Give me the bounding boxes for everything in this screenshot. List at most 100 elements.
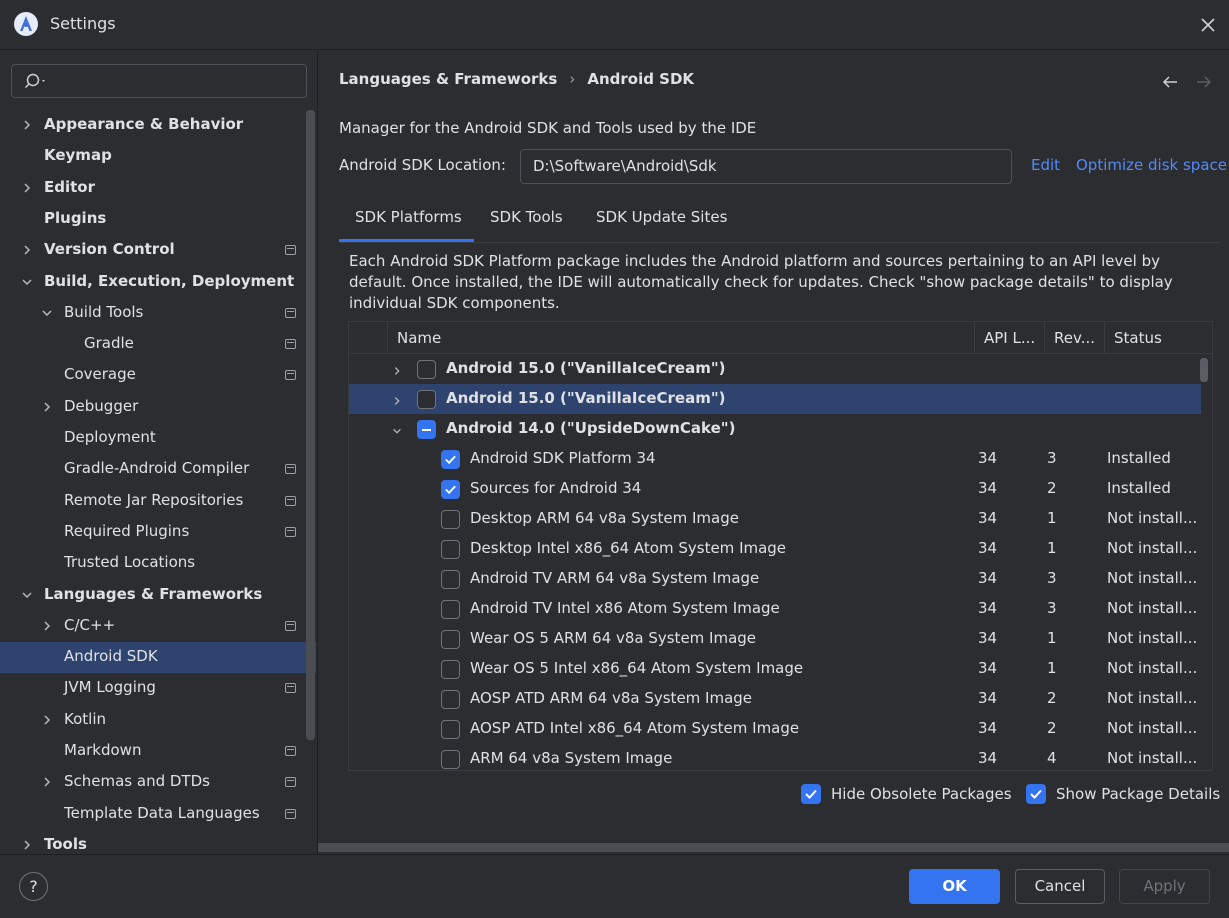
sidebar-item-kotlin[interactable]: Kotlin [0, 705, 316, 736]
package-status: Not install... [1107, 599, 1198, 617]
table-row[interactable]: AOSP ATD ARM 64 v8a System Image 34 2 Not i… [349, 684, 1201, 714]
apply-button[interactable]: Apply [1119, 869, 1210, 904]
package-checkbox[interactable] [417, 390, 436, 409]
sidebar-item-label: Trusted Locations [64, 553, 196, 571]
tab-sdk-tools[interactable]: SDK Tools [490, 208, 563, 226]
table-row[interactable]: Android TV ARM 64 v8a System Image 34 3 Not… [349, 564, 1201, 594]
package-checkbox[interactable] [441, 540, 460, 559]
sidebar-item-label: Kotlin [64, 710, 106, 728]
package-checkbox[interactable] [441, 660, 460, 679]
package-checkbox[interactable] [441, 690, 460, 709]
help-button[interactable]: ? [19, 872, 48, 901]
tab-sdk-update-sites[interactable]: SDK Update Sites [596, 208, 727, 226]
package-status: Not install... [1107, 629, 1198, 647]
back-arrow-icon[interactable] [1161, 73, 1179, 91]
sidebar-item-deployment[interactable]: Deployment [0, 423, 316, 454]
sidebar-item-template-data-languages[interactable]: Template Data Languages [0, 799, 316, 830]
table-row[interactable]: Android SDK Platform 34 34 3 Installed [349, 444, 1201, 474]
sidebar-item-keymap[interactable]: Keymap [0, 141, 316, 172]
horizontal-scrollbar[interactable] [318, 843, 1229, 852]
hide-obsolete-label[interactable]: Hide Obsolete Packages [831, 785, 1012, 803]
package-checkbox[interactable] [441, 750, 460, 769]
column-divider [1104, 322, 1105, 354]
package-checkbox[interactable] [441, 450, 460, 469]
sidebar-item-jvm-logging[interactable]: JVM Logging [0, 673, 316, 704]
breadcrumb-parent[interactable]: Languages & Frameworks [339, 70, 557, 88]
table-row[interactable]: Android TV Intel x86 Atom System Image 34… [349, 594, 1201, 624]
sidebar-item-coverage[interactable]: Coverage [0, 360, 316, 391]
chevron-right-icon[interactable] [391, 363, 403, 375]
column-header-status[interactable]: Status [1114, 329, 1162, 347]
search-input[interactable] [11, 64, 307, 98]
ok-button[interactable]: OK [909, 869, 1000, 904]
table-row[interactable]: Desktop ARM 64 v8a System Image 34 1 Not in… [349, 504, 1201, 534]
sidebar-item-c-c[interactable]: C/C++ [0, 611, 316, 642]
sidebar-item-editor[interactable]: Editor [0, 173, 316, 204]
table-row[interactable]: Wear OS 5 Intel x86_64 Atom System Image… [349, 654, 1201, 684]
show-package-details-checkbox[interactable] [1026, 784, 1046, 804]
chevron-right-icon[interactable] [40, 775, 54, 789]
table-row[interactable]: Desktop Intel x86_64 Atom System Image 34… [349, 534, 1201, 564]
sidebar-item-debugger[interactable]: Debugger [0, 392, 316, 423]
sidebar-item-android-sdk[interactable]: Android SDK [0, 642, 316, 673]
sidebar-scrollbar[interactable] [306, 110, 315, 740]
package-checkbox[interactable] [441, 720, 460, 739]
column-header-name[interactable]: Name [397, 329, 441, 347]
close-icon[interactable] [1196, 13, 1220, 37]
chevron-right-icon[interactable] [20, 181, 34, 195]
package-name: Wear OS 5 ARM 64 v8a System Image [470, 629, 757, 647]
cancel-button[interactable]: Cancel [1015, 869, 1105, 904]
table-group-row[interactable]: Android 14.0 ("UpsideDownCake") [349, 414, 1201, 444]
sidebar-item-plugins[interactable]: Plugins [0, 204, 316, 235]
package-checkbox[interactable] [441, 480, 460, 499]
table-scrollbar[interactable] [1200, 358, 1208, 382]
chevron-right-icon[interactable] [20, 838, 34, 852]
table-row[interactable]: Sources for Android 34 34 2 Installed [349, 474, 1201, 504]
package-status: Not install... [1107, 689, 1198, 707]
sidebar-item-remote-jar-repositories[interactable]: Remote Jar Repositories [0, 486, 316, 517]
sidebar-item-required-plugins[interactable]: Required Plugins [0, 517, 316, 548]
column-header-api-level[interactable]: API L... [984, 329, 1035, 347]
sidebar-item-gradle[interactable]: Gradle [0, 329, 316, 360]
package-checkbox[interactable] [417, 420, 436, 439]
sidebar-item-version-control[interactable]: Version Control [0, 235, 316, 266]
optimize-disk-space-link[interactable]: Optimize disk space [1076, 156, 1227, 174]
chevron-down-icon[interactable] [391, 423, 403, 435]
chevron-down-icon[interactable] [40, 306, 54, 320]
sidebar-item-build-tools[interactable]: Build Tools [0, 298, 316, 329]
package-checkbox[interactable] [441, 630, 460, 649]
sidebar-item-markdown[interactable]: Markdown [0, 736, 316, 767]
sdk-location-field[interactable]: D:\Software\Android\Sdk [520, 149, 1012, 184]
chevron-right-icon[interactable] [40, 400, 54, 414]
show-package-details-label[interactable]: Show Package Details [1056, 785, 1220, 803]
table-group-row[interactable]: Android 15.0 ("VanillaIceCream") [349, 384, 1201, 414]
chevron-down-icon[interactable] [20, 588, 34, 602]
sidebar-item-schemas-and-dtds[interactable]: Schemas and DTDs [0, 767, 316, 798]
package-checkbox[interactable] [441, 600, 460, 619]
chevron-right-icon[interactable] [391, 393, 403, 405]
forward-arrow-icon[interactable] [1195, 73, 1213, 91]
sidebar-item-build-execution-deployment[interactable]: Build, Execution, Deployment [0, 267, 316, 298]
hide-obsolete-checkbox[interactable] [801, 784, 821, 804]
package-checkbox[interactable] [441, 510, 460, 529]
package-revision: 2 [1047, 689, 1057, 707]
sidebar-item-appearance-behavior[interactable]: Appearance & Behavior [0, 110, 316, 141]
package-checkbox[interactable] [417, 360, 436, 379]
package-api-level: 34 [978, 689, 998, 707]
sidebar-item-gradle-android-compiler[interactable]: Gradle-Android Compiler [0, 454, 316, 485]
chevron-right-icon[interactable] [40, 713, 54, 727]
table-row[interactable]: AOSP ATD Intel x86_64 Atom System Image 3… [349, 714, 1201, 744]
chevron-right-icon[interactable] [40, 619, 54, 633]
chevron-down-icon[interactable] [20, 275, 34, 289]
chevron-right-icon[interactable] [20, 243, 34, 257]
sidebar-item-languages-frameworks[interactable]: Languages & Frameworks [0, 580, 316, 611]
package-checkbox[interactable] [441, 570, 460, 589]
column-header-revision[interactable]: Rev... [1054, 329, 1095, 347]
tab-sdk-platforms[interactable]: SDK Platforms [355, 208, 462, 226]
sidebar-item-trusted-locations[interactable]: Trusted Locations [0, 548, 316, 579]
table-group-row[interactable]: Android 15.0 ("VanillaIceCream") [349, 354, 1201, 384]
table-row[interactable]: ARM 64 v8a System Image 34 4 Not install... [349, 744, 1201, 770]
edit-link[interactable]: Edit [1031, 156, 1060, 174]
chevron-right-icon[interactable] [20, 118, 34, 132]
table-row[interactable]: Wear OS 5 ARM 64 v8a System Image 34 1 Not … [349, 624, 1201, 654]
